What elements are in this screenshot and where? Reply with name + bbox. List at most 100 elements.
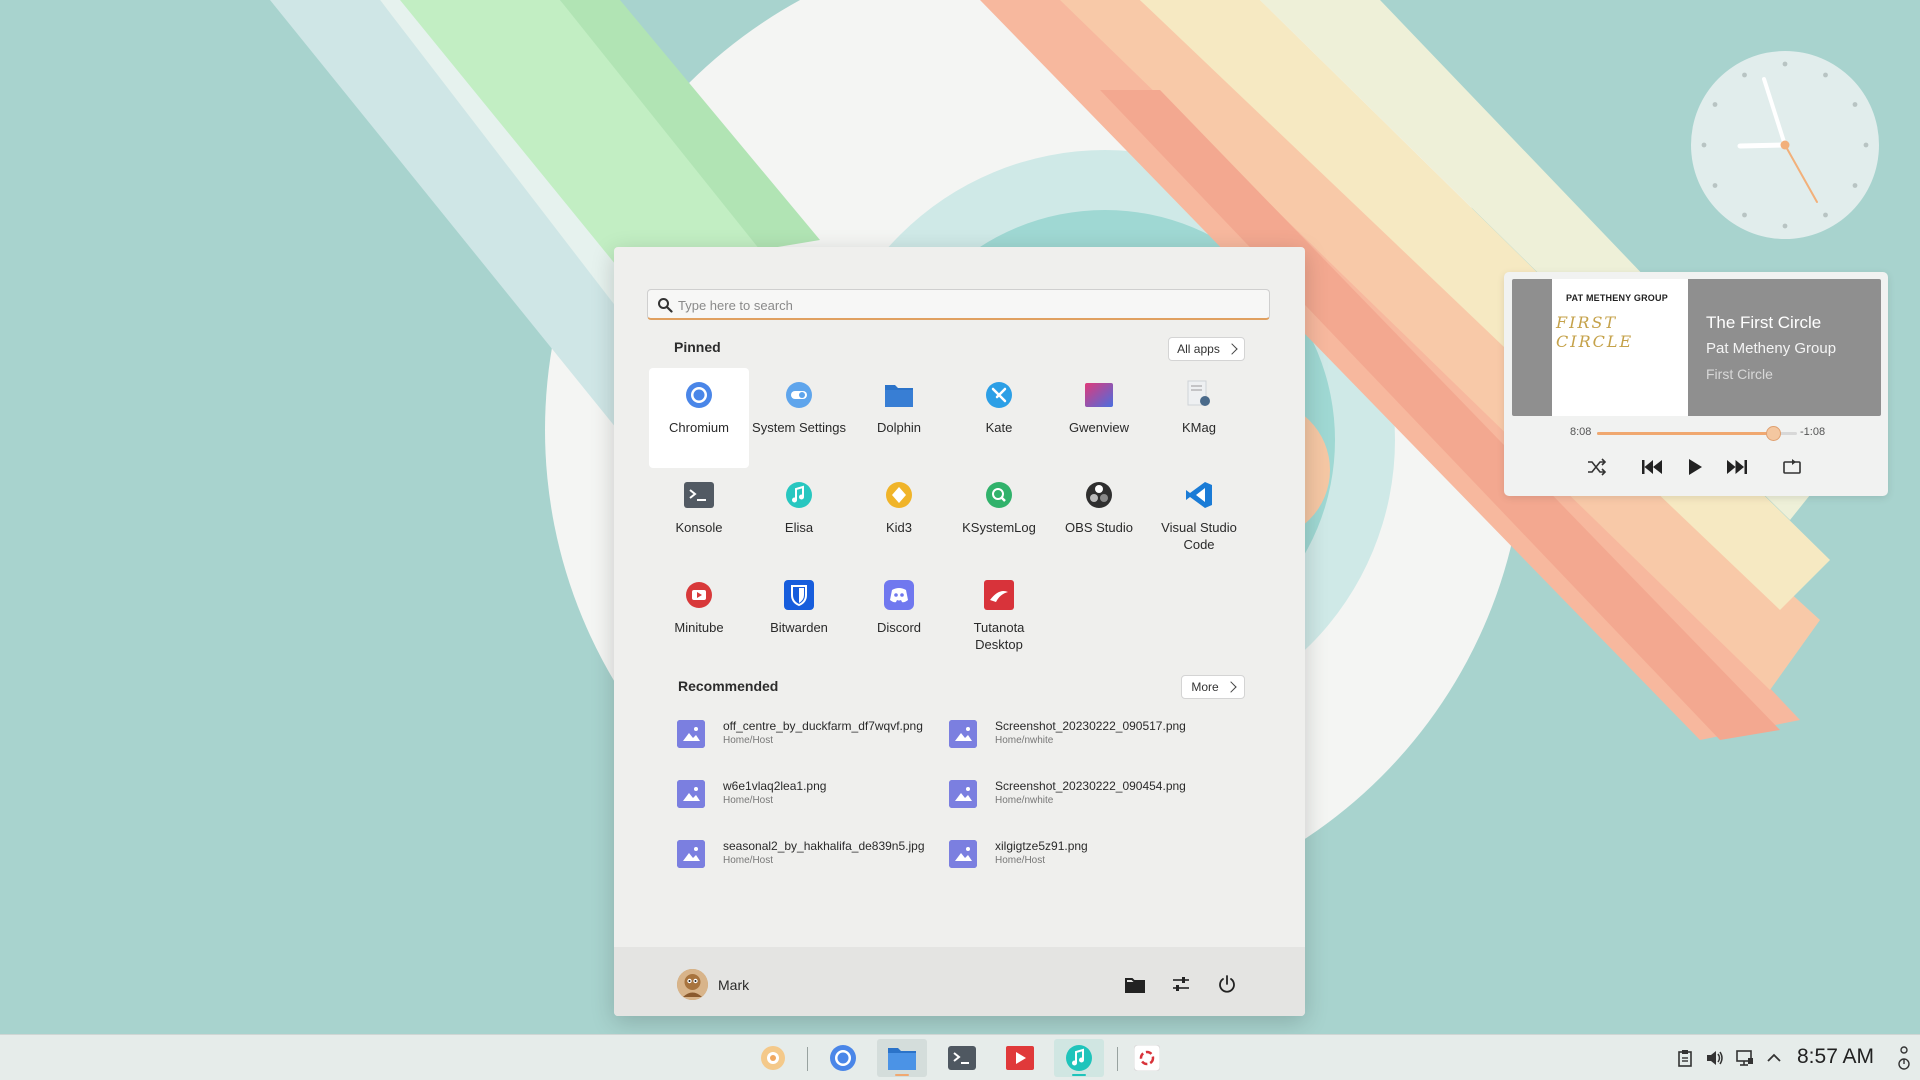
pinned-app-tutanota-desktop[interactable]: Tutanota Desktop [949,568,1049,668]
file-path: Home/nwhite [995,795,1054,806]
taskbar-konsole[interactable] [937,1039,987,1077]
file-name: off_centre_by_duckfarm_df7wqvf.png [723,719,923,733]
file-name: xilgigtze5z91.png [995,839,1088,853]
pinned-heading: Pinned [674,339,721,355]
bitwarden-icon [784,580,814,610]
recent-file-item[interactable]: Screenshot_20230222_090517.png Home/nwhit… [949,712,1221,772]
search-box[interactable] [647,289,1270,320]
taskbar-dolphin[interactable] [877,1039,927,1077]
power-icon[interactable] [1216,973,1238,995]
file-manager-icon[interactable] [1124,973,1146,995]
pinned-app-bitwarden[interactable]: Bitwarden [749,568,849,668]
obs-icon [1084,480,1114,510]
pinned-app-label: Kate [985,420,1013,435]
folder-icon [888,1048,916,1070]
pinned-app-label: OBS Studio [1065,520,1133,535]
image-file-icon [949,780,977,808]
pinned-app-obs-studio[interactable]: OBS Studio [1049,468,1149,568]
all-apps-label: All apps [1177,342,1220,356]
taskbar-tutanota[interactable] [1122,1039,1172,1077]
image-file-icon [949,840,977,868]
seek-slider[interactable] [1597,426,1797,441]
file-path: Home/nwhite [995,735,1054,746]
pinned-app-label: Minitube [674,620,724,635]
play-button[interactable] [1684,456,1706,478]
pinned-apps-grid: Chromium System Settings Dolphin Kate Gwenvi… [649,368,1249,668]
previous-button[interactable] [1641,456,1663,478]
pinned-app-label: Bitwarden [770,620,828,635]
album-cover: PAT METHENY GROUP FIRST CIRCLE [1552,279,1688,416]
kid3-icon [884,480,914,510]
pinned-app-konsole[interactable]: Konsole [649,468,749,568]
all-apps-button[interactable]: All apps [1168,337,1245,361]
pinned-app-label: System Settings [752,420,846,435]
pinned-app-label: Visual Studio Code [1161,520,1237,552]
pinned-app-elisa[interactable]: Elisa [749,468,849,568]
pinned-app-kmag[interactable]: KMag [1149,368,1249,468]
user-name[interactable]: Mark [718,977,749,993]
media-player-widget: PAT METHENY GROUP FIRST CIRCLE The First… [1504,272,1888,496]
taskbar-elisa[interactable] [1054,1039,1104,1077]
recent-file-item[interactable]: seasonal2_by_hakhalifa_de839n5.jpg Home/H… [677,832,949,892]
pinned-app-label: Elisa [784,520,814,535]
skip-forward-icon [1727,460,1747,474]
pinned-app-kid3[interactable]: Kid3 [849,468,949,568]
recommended-heading: Recommended [678,678,779,694]
recent-file-item[interactable]: Screenshot_20230222_090454.png Home/nwhit… [949,772,1221,832]
pinned-app-visual-studio-code[interactable]: Visual Studio Code [1149,468,1249,568]
app-launcher-icon [761,1046,785,1070]
file-name: seasonal2_by_hakhalifa_de839n5.jpg [723,839,925,853]
pinned-app-kate[interactable]: Kate [949,368,1049,468]
file-name: Screenshot_20230222_090454.png [995,779,1186,793]
pinned-app-label: Tutanota Desktop [973,620,1025,652]
pinned-app-gwenview[interactable]: Gwenview [1049,368,1149,468]
track-album: First Circle [1706,366,1773,382]
pinned-app-dolphin[interactable]: Dolphin [849,368,949,468]
seek-handle[interactable] [1766,426,1781,441]
repeat-button[interactable] [1781,456,1803,478]
vscode-icon [1184,480,1214,510]
file-path: Home/Host [723,795,774,806]
pinned-app-ksystemlog[interactable]: KSystemLog [949,468,1049,568]
settings-sliders-icon[interactable] [1170,973,1192,995]
kmag-icon [1184,380,1214,410]
active-indicator [895,1074,909,1076]
start-menu: Pinned All apps Chromium System Settings D… [614,247,1305,1016]
recent-file-item[interactable]: xilgigtze5z91.png Home/Host [949,832,1221,892]
chevron-up-icon[interactable] [1764,1048,1784,1068]
pinned-app-discord[interactable]: Discord [849,568,949,668]
settings-icon [784,380,814,410]
pinned-app-label: Dolphin [876,420,922,435]
pinned-app-system-settings[interactable]: System Settings [749,368,849,468]
taskbar: 8:57 AM [0,1034,1920,1080]
user-avatar[interactable] [677,969,708,1000]
user-session-icon[interactable] [1896,1046,1912,1070]
next-button[interactable] [1726,456,1748,478]
file-path: Home/Host [995,855,1046,866]
pinned-app-label: Discord [876,620,922,635]
pinned-app-label: Kid3 [885,520,913,535]
minitube-icon [1006,1046,1034,1070]
taskbar-app-launcher[interactable] [748,1039,798,1077]
search-input[interactable] [678,294,1258,316]
taskbar-minitube[interactable] [995,1039,1045,1077]
file-path: Home/Host [723,855,774,866]
recent-file-item[interactable]: off_centre_by_duckfarm_df7wqvf.png Home/H… [677,712,949,772]
pinned-app-chromium[interactable]: Chromium [649,368,749,468]
skip-back-icon [1642,460,1662,474]
more-button[interactable]: More [1181,675,1245,699]
chromium-icon [830,1045,856,1071]
volume-icon[interactable] [1705,1048,1725,1068]
shuffle-button[interactable] [1586,456,1608,478]
chromium-icon [684,380,714,410]
pinned-app-label: Konsole [675,520,723,535]
taskbar-clock[interactable]: 8:57 AM [1797,1045,1874,1069]
recent-file-item[interactable]: w6e1vlaq2lea1.png Home/Host [677,772,949,832]
chevron-right-icon [1226,343,1238,355]
start-menu-footer: Mark [614,947,1305,1016]
taskbar-chromium[interactable] [818,1039,868,1077]
pinned-app-minitube[interactable]: Minitube [649,568,749,668]
network-icon[interactable] [1735,1048,1755,1068]
tutanota-icon [984,580,1014,610]
clipboard-icon[interactable] [1675,1048,1695,1068]
